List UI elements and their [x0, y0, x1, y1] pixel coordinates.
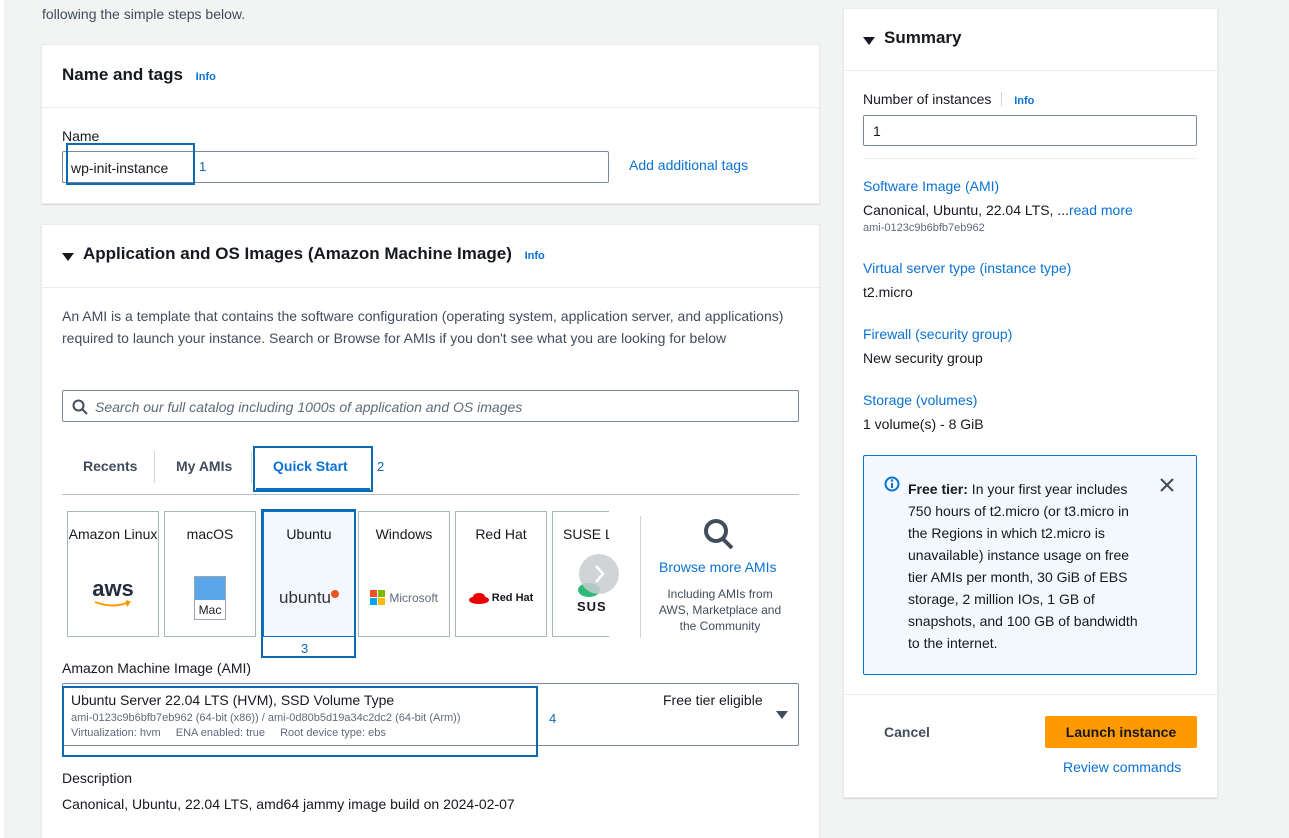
- ami-card-windows[interactable]: Windows Microsoft: [358, 511, 450, 637]
- tab-separator: [154, 451, 155, 483]
- firewall-value: New security group: [863, 350, 983, 366]
- tabs-divider: [62, 494, 799, 495]
- ami-title: Application and OS Images (Amazon Machin…: [83, 244, 545, 264]
- ami-card-label: macOS: [186, 526, 234, 542]
- step-number-1: 1: [199, 159, 207, 174]
- ami-title-text: Application and OS Images (Amazon Machin…: [83, 244, 512, 263]
- add-tags-link[interactable]: Add additional tags: [629, 157, 748, 173]
- step-number-3: 3: [301, 641, 309, 656]
- ami-card-macos[interactable]: macOS Mac: [164, 511, 256, 637]
- caret-down-icon: [776, 711, 788, 719]
- step-highlight-3: [261, 509, 356, 658]
- instances-info-link[interactable]: Info: [1014, 95, 1034, 107]
- ami-card-label: Red Hat: [475, 526, 527, 542]
- launch-instance-button[interactable]: Launch instance: [1045, 716, 1197, 748]
- info-circle-icon: [884, 476, 900, 492]
- software-image-link[interactable]: Software Image (AMI): [863, 178, 999, 194]
- aws-logo-text: aws: [92, 576, 134, 601]
- name-tags-title: Name and tags Info: [62, 65, 216, 85]
- summary-divider: [844, 70, 1217, 71]
- ami-description: An AMI is a template that contains the s…: [62, 308, 784, 346]
- software-image-value: Canonical, Ubuntu, 22.04 LTS, ...read mo…: [863, 202, 1133, 218]
- instance-type-link[interactable]: Virtual server type (instance type): [863, 260, 1071, 276]
- microsoft-logo-text: Microsoft: [389, 591, 439, 605]
- tab-separator: [251, 451, 252, 483]
- ami-card-label: Amazon Linux: [68, 526, 158, 542]
- tab-my-amis[interactable]: My AMIs: [176, 458, 232, 474]
- ami-card-amazon-linux[interactable]: Amazon Linux aws: [67, 511, 159, 637]
- tab-recents[interactable]: Recents: [83, 458, 137, 474]
- summary-inner-divider: [863, 158, 1197, 159]
- cancel-button[interactable]: Cancel: [884, 724, 930, 740]
- step-highlight-4: [62, 686, 538, 757]
- name-tags-info-link[interactable]: Info: [196, 71, 216, 83]
- ami-search-input[interactable]: Search our full catalog including 1000s …: [62, 390, 799, 422]
- name-label: Name: [62, 128, 100, 144]
- instances-input-value: 1: [873, 123, 881, 139]
- ami-divider: [42, 287, 819, 288]
- ami-card-label: SUSE Li: [563, 526, 609, 542]
- description-label: Description: [62, 770, 133, 786]
- summary-title: Summary: [884, 28, 962, 47]
- software-image-text: Canonical, Ubuntu, 22.04 LTS, ...: [863, 202, 1069, 218]
- instances-label-text: Number of instances: [863, 91, 992, 107]
- name-tags-divider: [42, 107, 819, 108]
- ami-search-placeholder: Search our full catalog including 1000s …: [95, 399, 523, 415]
- red-hat-logo-icon: Red Hat: [456, 592, 546, 605]
- red-hat-logo-text: Red Hat: [491, 592, 534, 605]
- left-edge: [0, 0, 4, 838]
- storage-value: 1 volume(s) - 8 GiB: [863, 416, 984, 432]
- summary-footer-divider: [844, 694, 1217, 695]
- ami-select-label: Amazon Machine Image (AMI): [62, 660, 252, 676]
- software-image-id: ami-0123c9b6bfb7eb962: [863, 222, 985, 234]
- instance-type-value: t2.micro: [863, 284, 913, 300]
- browse-separator: [640, 516, 641, 638]
- ami-info-link[interactable]: Info: [525, 250, 545, 262]
- collapse-arrow-icon[interactable]: [62, 249, 74, 265]
- ami-card-red-hat[interactable]: Red Hat Red Hat: [455, 511, 547, 637]
- carousel-next-button[interactable]: [579, 554, 619, 594]
- storage-link[interactable]: Storage (volumes): [863, 392, 977, 408]
- browse-more-amis-link[interactable]: Browse more AMIs: [659, 559, 776, 575]
- firewall-link[interactable]: Firewall (security group): [863, 326, 1012, 342]
- ami-card-label: Windows: [375, 526, 433, 542]
- intro-text: following the simple steps below.: [42, 6, 246, 22]
- step-highlight-2: [253, 446, 373, 492]
- free-tier-text: Free tier: In your first year includes 7…: [908, 478, 1148, 654]
- search-large-icon[interactable]: [702, 518, 736, 553]
- description-value: Canonical, Ubuntu, 22.04 LTS, amd64 jamm…: [62, 796, 515, 812]
- step-number-4: 4: [549, 711, 557, 726]
- chevron-right-icon: [595, 565, 605, 583]
- step-number-2: 2: [377, 459, 385, 474]
- free-tier-body: In your first year includes 750 hours of…: [908, 481, 1138, 651]
- aws-logo-icon: aws: [68, 578, 158, 608]
- suse-logo-text: SUS: [577, 599, 607, 614]
- mac-logo-text: Mac: [198, 603, 222, 617]
- step-highlight-1: [66, 143, 195, 185]
- instances-input[interactable]: 1: [863, 115, 1197, 146]
- name-tags-title-text: Name and tags: [62, 65, 183, 84]
- search-icon: [72, 399, 88, 415]
- free-tier-alert: Free tier: In your first year includes 7…: [863, 455, 1197, 675]
- free-tier-eligible-badge: Free tier eligible: [663, 692, 763, 708]
- microsoft-logo-icon: Microsoft: [359, 590, 449, 606]
- browse-subtitle: Including AMIs from AWS, Marketplace and…: [658, 587, 782, 633]
- review-commands-link[interactable]: Review commands: [1063, 759, 1181, 775]
- summary-collapse-icon[interactable]: [863, 33, 875, 49]
- read-more-link[interactable]: read more: [1069, 202, 1133, 218]
- close-icon[interactable]: [1160, 478, 1174, 492]
- free-tier-bold: Free tier:: [908, 481, 968, 497]
- instances-label: Number of instances Info: [863, 91, 1034, 107]
- mac-logo-icon: Mac: [165, 576, 255, 620]
